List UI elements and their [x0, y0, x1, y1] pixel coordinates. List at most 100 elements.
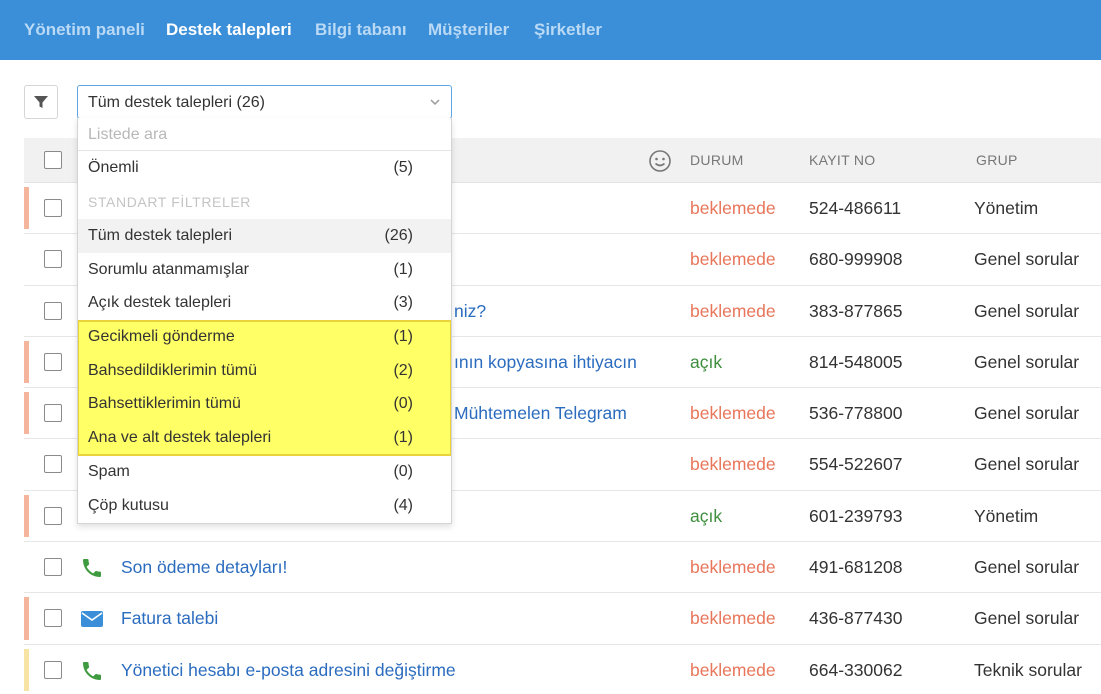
nav-tickets[interactable]: Destek talepleri	[166, 20, 292, 40]
table-row[interactable]: Son ödeme detayları! beklemede 491-681208 G…	[24, 542, 1101, 594]
dropdown-option[interactable]: Bahsettiklerimin tümü (0)	[78, 387, 451, 421]
ticket-number: 383-877865	[809, 300, 903, 321]
select-all-checkbox[interactable]	[44, 151, 62, 169]
dropdown-option-label: Önemli	[88, 159, 139, 176]
ticket-number: 554-522607	[809, 454, 903, 475]
ticket-number: 680-999908	[809, 249, 903, 270]
dropdown-option-count: (0)	[393, 463, 413, 480]
view-select[interactable]: Tüm destek talepleri (26)	[77, 85, 452, 119]
dropdown-option-count: (1)	[393, 260, 413, 278]
phone-icon	[80, 659, 104, 683]
column-ticket-no[interactable]: KAYIT NO	[809, 152, 875, 168]
priority-indicator	[24, 648, 29, 691]
dropdown-option[interactable]: Sorumlu atanmamışlar (1)	[78, 253, 451, 287]
dropdown-option-count: (4)	[393, 497, 413, 514]
table-row[interactable]: Yönetici hesabı e-posta adresini değişti…	[24, 644, 1101, 694]
row-checkbox[interactable]	[44, 301, 62, 320]
dropdown-option-label: Tüm destek talepleri	[88, 227, 233, 244]
dropdown-option[interactable]: Çöp kutusu (4)	[78, 489, 451, 523]
dropdown-option[interactable]: Bahsedildiklerimin tümü (2)	[78, 354, 451, 388]
group-label: Genel sorular	[974, 249, 1080, 270]
funnel-icon	[34, 96, 48, 108]
dropdown-option[interactable]: Gecikmeli gönderme (1)	[78, 320, 451, 354]
ticket-subject-link[interactable]: Mühtemelen Telegram	[454, 403, 627, 424]
top-navigation: Yönetim paneli Destek talepleri Bilgi ta…	[0, 0, 1101, 60]
ticket-subject-link[interactable]: Yönetici hesabı e-posta adresini değişti…	[121, 660, 456, 681]
group-label: Genel sorular	[974, 351, 1080, 372]
nav-dashboard[interactable]: Yönetim paneli	[24, 20, 145, 40]
row-checkbox[interactable]	[44, 455, 62, 474]
row-checkbox[interactable]	[44, 660, 62, 679]
dropdown-option-count: (1)	[393, 429, 413, 446]
ticket-number: 524-486611	[809, 198, 902, 218]
status-label: beklemede	[690, 198, 776, 218]
dropdown-option-label: Bahsettiklerimin tümü	[88, 395, 241, 412]
ticket-number: 601-239793	[809, 505, 903, 526]
priority-indicator	[24, 597, 29, 640]
nav-companies[interactable]: Şirketler	[534, 20, 602, 40]
group-label: Genel sorular	[974, 403, 1080, 424]
dropdown-option-label: Sorumlu atanmamışlar	[88, 260, 249, 278]
priority-indicator	[24, 187, 29, 230]
dropdown-option-count: (5)	[393, 159, 413, 176]
view-select-value: Tüm destek talepleri (26)	[88, 94, 265, 111]
status-label: beklemede	[690, 608, 776, 629]
status-label: açık	[690, 351, 723, 372]
dropdown-option-label: Bahsedildiklerimin tümü	[88, 362, 257, 379]
dropdown-option[interactable]: Spam (0)	[78, 455, 451, 489]
ticket-subject-link[interactable]: Fatura talebi	[121, 608, 218, 629]
priority-indicator	[24, 392, 29, 435]
priority-indicator	[24, 340, 29, 384]
group-label: Genel sorular	[974, 300, 1080, 321]
ticket-number: 536-778800	[809, 403, 903, 424]
dropdown-option-label: Çöp kutusu	[88, 497, 169, 514]
ticket-number: 664-330062	[809, 659, 903, 680]
dropdown-option-count: (0)	[393, 395, 413, 412]
row-checkbox[interactable]	[44, 609, 62, 628]
dropdown-option[interactable]: Tüm destek talepleri (26)	[78, 219, 451, 253]
envelope-icon	[80, 607, 104, 631]
dropdown-option-label: Açık destek talepleri	[88, 294, 232, 311]
nav-customers[interactable]: Müşteriler	[428, 20, 509, 40]
status-label: beklemede	[690, 557, 776, 578]
row-checkbox[interactable]	[44, 404, 62, 423]
table-row[interactable]: Fatura talebi beklemede 436-877430 Genel so…	[24, 593, 1101, 645]
dropdown-option[interactable]: Ana ve alt destek talepleri (1)	[78, 421, 451, 455]
ticket-number: 436-877430	[809, 608, 903, 629]
smiley-icon[interactable]	[648, 149, 672, 173]
status-label: beklemede	[690, 403, 776, 424]
dropdown-option-count: (26)	[384, 227, 413, 244]
nav-knowledge-base[interactable]: Bilgi tabanı	[315, 20, 407, 40]
row-checkbox[interactable]	[44, 558, 62, 577]
dropdown-option[interactable]: Açık destek talepleri (3)	[78, 286, 451, 320]
status-label: beklemede	[690, 454, 776, 475]
row-checkbox[interactable]	[44, 352, 62, 371]
ticket-number: 491-681208	[809, 557, 903, 578]
section-standard-filters: STANDART FİLTRELER	[88, 194, 252, 210]
group-label: Teknik sorular	[974, 659, 1082, 680]
dropdown-option-label: Gecikmeli gönderme	[88, 328, 235, 345]
view-dropdown-panel: Önemli (5) Tüm destek talepleri (26) Sorumlu…	[77, 118, 452, 524]
ticket-subject-link[interactable]: ının kopyasına ihtiyacın	[454, 352, 637, 373]
group-label: Yönetim	[974, 505, 1039, 526]
group-label: Genel sorular	[974, 454, 1080, 475]
status-label: beklemede	[690, 659, 776, 680]
row-checkbox[interactable]	[44, 506, 62, 525]
group-label: Genel sorular	[974, 557, 1080, 578]
filter-button[interactable]	[24, 85, 58, 119]
group-label: Genel sorular	[974, 608, 1080, 629]
dropdown-option-label: Spam	[88, 463, 130, 480]
group-label: Yönetim	[974, 198, 1039, 218]
status-label: beklemede	[690, 300, 776, 321]
ticket-subject-link[interactable]: niz?	[454, 301, 486, 322]
dropdown-option-count: (3)	[393, 294, 413, 311]
chevron-down-icon	[430, 99, 440, 106]
ticket-subject-link[interactable]: Son ödeme detayları!	[121, 557, 287, 578]
row-checkbox[interactable]	[44, 250, 62, 269]
column-group[interactable]: GRUP	[976, 152, 1018, 168]
dropdown-search-input[interactable]	[88, 120, 428, 150]
column-status[interactable]: DURUM	[690, 152, 744, 168]
row-checkbox[interactable]	[44, 199, 62, 217]
dropdown-option[interactable]: Önemli (5)	[78, 151, 451, 185]
dropdown-option-label: Ana ve alt destek talepleri	[88, 429, 272, 446]
